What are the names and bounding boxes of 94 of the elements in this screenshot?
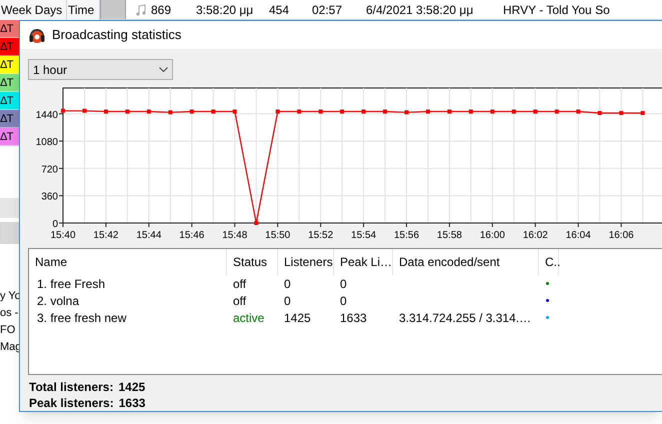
data-point [619, 111, 624, 116]
data-point [362, 110, 366, 114]
column-header[interactable]: Status [227, 249, 278, 275]
axis-label: 16:06 [608, 230, 634, 241]
data-point [254, 221, 258, 225]
headphones-icon [28, 26, 46, 44]
axis-label: 720 [41, 164, 58, 176]
axis-label: 15:40 [50, 230, 76, 241]
column-header[interactable]: Week Days [0, 0, 67, 20]
table-cell-text: 0 [283, 292, 292, 310]
data-point [576, 110, 580, 114]
data-point [125, 110, 130, 114]
color-row[interactable]: ΔΤ [0, 128, 19, 146]
caret-icon [159, 66, 168, 72]
table-cell-text: 0 [283, 276, 292, 292]
table-cell-text: HRVY - Told You So [503, 2, 611, 18]
axis-label: 15:52 [308, 230, 334, 241]
table-cell-text: 6/4/2021 3:58:20 μμ [366, 2, 474, 18]
axis-label: 15:42 [93, 230, 118, 241]
data-point [61, 108, 65, 113]
axis-label: 0 [52, 219, 58, 230]
table-cell-text: 02:57 [312, 2, 344, 18]
table-cell-text: 0 [339, 276, 348, 292]
table-cell-text: 1633 [339, 310, 368, 326]
data-point [468, 110, 473, 114]
data-point [232, 110, 237, 114]
axis-label: 1080 [36, 137, 58, 148]
data-point [404, 110, 409, 114]
axis-label: 15:46 [179, 230, 204, 241]
axis-label: 16:00 [480, 230, 505, 241]
axis-label: 15:58 [436, 230, 462, 241]
data-point [340, 110, 344, 114]
data-point [297, 110, 302, 114]
data-point [598, 111, 602, 116]
table-cell-text: 0 [339, 292, 348, 310]
axis-label: 15:56 [394, 230, 420, 241]
data-point [146, 110, 151, 114]
axis-label: 15:54 [351, 230, 376, 241]
data-point [512, 110, 516, 114]
data-point [104, 110, 108, 114]
data-point [82, 108, 86, 113]
table-cell-text: off [232, 276, 248, 292]
data-point [318, 110, 323, 114]
data-point [211, 110, 216, 114]
axis-label: 16:04 [566, 230, 591, 241]
period-dropdown[interactable]: 1 hour [28, 59, 173, 80]
data-point [168, 110, 172, 114]
axis-label: 15:50 [265, 230, 290, 241]
music-note-icon [136, 4, 146, 16]
splitter-bar[interactable] [100, 0, 126, 19]
data-point [554, 110, 559, 114]
color-row[interactable]: ΔΤ [0, 20, 19, 38]
table-cell-text: active [232, 310, 266, 326]
axis-label: 1440 [36, 110, 58, 121]
table-cell-text: 3. free fresh new [36, 310, 128, 326]
data-point [447, 110, 452, 114]
table-cell-text: 1. free Fresh [36, 276, 106, 292]
data-point [426, 110, 430, 114]
column-header[interactable]: C.. [539, 249, 559, 275]
data-point [276, 110, 280, 114]
table-cell-text: 1425 [283, 310, 312, 326]
axis-label: 360 [41, 192, 58, 203]
color-row[interactable]: ΔΤ [0, 92, 19, 110]
table-cell-text: 2. volna [36, 292, 80, 310]
total-listeners-label: Total listeners: [29, 379, 114, 395]
column-header[interactable]: Peak Li… [334, 249, 393, 275]
column-header[interactable]: Time [67, 0, 100, 20]
color-row[interactable]: ΔΤ [0, 74, 19, 92]
color-row[interactable]: ΔΤ [0, 56, 19, 74]
axis-label: 16:02 [522, 230, 548, 241]
table-cell-text: off [232, 292, 248, 310]
data-point [533, 110, 538, 114]
column-header[interactable]: Name [29, 249, 227, 275]
table-cell-text: 869 [151, 2, 172, 18]
window-title: Broadcasting statistics [52, 26, 182, 44]
text-fragment: FO [0, 323, 16, 338]
axis-label: 15:44 [136, 230, 162, 241]
peak-listeners-value: 1633 [118, 395, 146, 411]
table-cell-text: 3:58:20 μμ [196, 2, 254, 18]
peak-listeners-label: Peak listeners: [29, 395, 114, 411]
column-header[interactable]: Data encoded/sent [393, 249, 539, 275]
color-row[interactable]: ΔΤ [0, 110, 19, 128]
side-button[interactable] [0, 222, 19, 244]
data-point [190, 110, 194, 114]
text-fragment: os - [0, 306, 19, 321]
color-row[interactable]: ΔΤ [0, 38, 19, 56]
table-cell-text: 454 [269, 2, 290, 18]
axis-label: 15:48 [222, 230, 248, 241]
column-header[interactable]: Listeners [278, 249, 334, 275]
table-cell-text: 3.314.724.255 / 3.314.… [398, 310, 532, 326]
data-point [640, 111, 645, 116]
data-point [490, 110, 494, 114]
total-listeners-value: 1425 [118, 379, 146, 395]
data-point [383, 110, 388, 114]
